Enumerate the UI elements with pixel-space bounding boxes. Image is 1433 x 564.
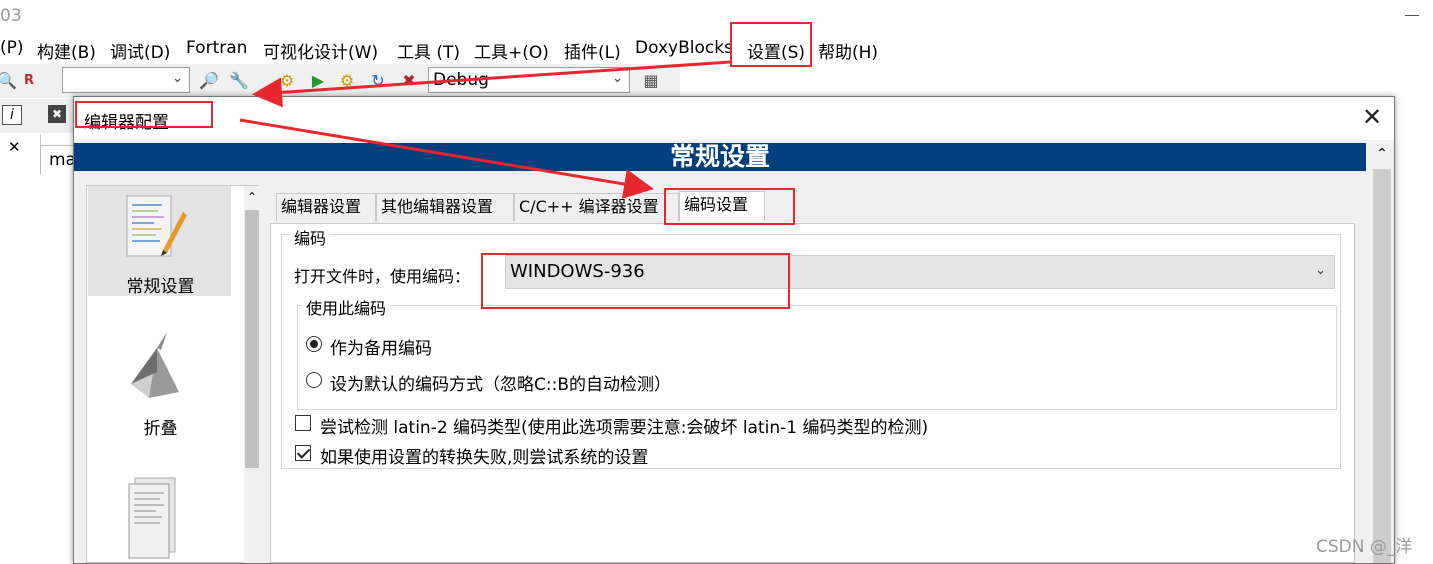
watermark: CSDN @_洋	[1316, 537, 1413, 557]
arrow-to-dialog	[252, 60, 731, 108]
annotation-arrows	[239, 60, 731, 199]
arrow-to-tab	[239, 118, 654, 199]
